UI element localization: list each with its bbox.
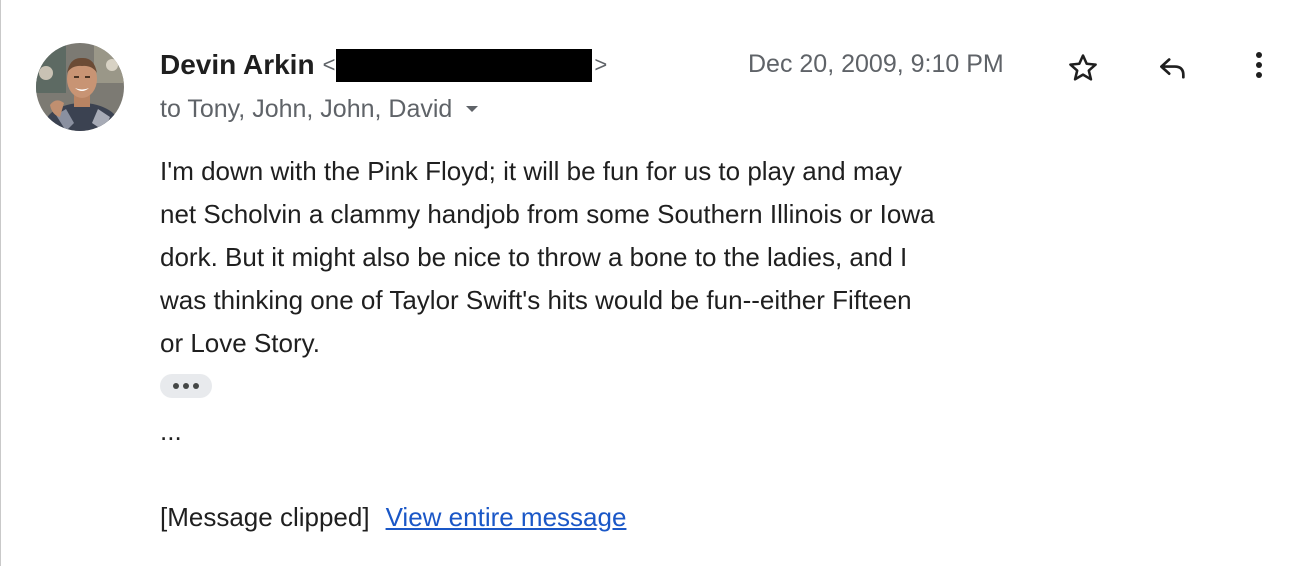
body-line: net Scholvin a clammy handjob from some … xyxy=(160,199,935,229)
dot-icon xyxy=(193,383,199,389)
email-close-bracket: > xyxy=(594,52,608,77)
body-line: dork. But it might also be nice to throw… xyxy=(160,242,908,272)
reply-button[interactable] xyxy=(1150,46,1194,90)
body-line: I'm down with the Pink Floyd; it will be… xyxy=(160,156,902,186)
star-button[interactable] xyxy=(1061,46,1105,90)
redacted-email xyxy=(336,48,593,82)
sender-avatar[interactable] xyxy=(36,43,124,131)
message-body: I'm down with the Pink Floyd; it will be… xyxy=(160,150,1040,365)
more-vert-icon xyxy=(1256,52,1262,78)
message-date: Dec 20, 2009, 9:10 PM xyxy=(748,50,1004,78)
recipients-list: to Tony, John, John, David xyxy=(160,94,453,123)
window-edge xyxy=(0,0,1,566)
email-open-bracket: < xyxy=(322,52,336,77)
show-trimmed-content-button[interactable] xyxy=(160,374,212,398)
dot-icon xyxy=(173,383,179,389)
dot-icon xyxy=(183,383,189,389)
star-icon xyxy=(1069,54,1097,81)
recipients-toggle[interactable]: to Tony, John, John, David xyxy=(160,92,480,126)
view-entire-message-link[interactable]: View entire message xyxy=(386,502,627,533)
sender-name[interactable]: Devin Arkin xyxy=(160,49,315,81)
sender-line: Devin Arkin < > xyxy=(160,46,607,84)
body-line: was thinking one of Taylor Swift's hits … xyxy=(160,285,912,315)
chevron-down-icon xyxy=(464,104,480,114)
body-line: or Love Story. xyxy=(160,328,320,358)
more-options-button[interactable] xyxy=(1244,44,1274,88)
clipped-notice-row: [Message clipped] View entire message xyxy=(160,498,626,536)
message-clipped-label: [Message clipped] xyxy=(160,501,370,532)
avatar-photo xyxy=(36,43,124,131)
reply-icon xyxy=(1160,58,1185,79)
body-ellipsis: ... xyxy=(160,416,182,446)
